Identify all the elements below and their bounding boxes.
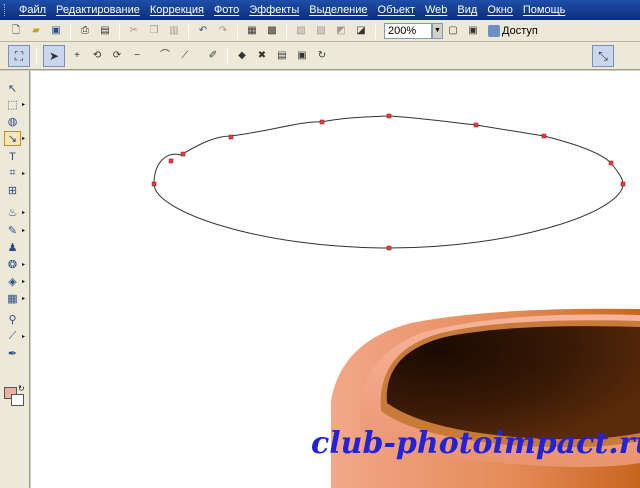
refresh-icon[interactable]: ↻ bbox=[314, 48, 330, 64]
attribute-toolbar: ⛶ ➤ + ⟲ ⟳ − ⌒ ⟋ ✐ ◆ ✖ ▤ ▣ ↻ ⤡ bbox=[0, 42, 640, 70]
copy-icon[interactable]: ❐ bbox=[146, 23, 162, 39]
join-icon[interactable]: ◆ bbox=[234, 48, 250, 64]
menu-help[interactable]: Помощь bbox=[518, 4, 571, 16]
open-icon[interactable]: ▰ bbox=[28, 23, 44, 39]
break-icon[interactable]: ✐ bbox=[205, 48, 221, 64]
zoom-tool-icon[interactable]: ⚲ bbox=[4, 312, 21, 327]
eraser-tool-icon[interactable]: ◈ bbox=[4, 274, 21, 289]
zoom-out-icon[interactable]: ▢ bbox=[445, 23, 461, 39]
toolbar-separator bbox=[119, 22, 120, 39]
toolbar-separator bbox=[188, 22, 189, 39]
paint-brush-icon[interactable]: ✎ bbox=[4, 223, 21, 238]
curve-segment-icon[interactable]: ⌒ bbox=[157, 48, 173, 64]
menu-photo[interactable]: Фото bbox=[209, 4, 244, 16]
path-edit-icon[interactable]: ⤡ bbox=[592, 45, 614, 67]
pick-tool-icon[interactable]: ↖ bbox=[4, 81, 21, 96]
delete-point-icon[interactable]: − bbox=[129, 48, 145, 64]
preview-icon[interactable]: ▤ bbox=[97, 23, 113, 39]
scan-icon[interactable]: ▦ bbox=[244, 23, 260, 39]
save-icon[interactable]: ▣ bbox=[48, 23, 64, 39]
menu-adjust[interactable]: Коррекция bbox=[145, 4, 209, 16]
edited-path[interactable] bbox=[153, 115, 624, 249]
toolbar-separator bbox=[286, 22, 287, 39]
zoom-input[interactable]: 200% bbox=[384, 22, 432, 39]
clone-tool-icon[interactable]: ♟ bbox=[4, 240, 21, 255]
cut-icon[interactable]: ✂ bbox=[126, 23, 142, 39]
path-anchor-points[interactable] bbox=[151, 113, 626, 251]
retouch-tool-icon[interactable]: ❂ bbox=[4, 257, 21, 272]
toolbar-separator bbox=[375, 22, 376, 39]
standard-toolbar: 🗋 ▰ ▣ ⎙ ▤ ✂ ❐ ▥ ↶ ↷ ▦ ▩ ▧ ▨ ◩ ◪ 200% ▼ ▢… bbox=[0, 20, 640, 42]
redo-icon[interactable]: ↷ bbox=[215, 23, 231, 39]
gradient-tool-icon[interactable]: ▦ bbox=[4, 291, 21, 306]
tool-panel: ↖ ⬚ ▸ ◍ ↘ ▸ T ⌗ ▸ ⊞ ♨ ▸ ✎ ▸ ♟ ❂ ▸ ◈ ▸ ▦ ▸ ⚲ ⟋ ▸ ✒… bbox=[0, 71, 30, 488]
menu-object[interactable]: Объект bbox=[373, 4, 420, 16]
image-canvas[interactable]: club-photoimpact.ru bbox=[31, 71, 640, 488]
share-label: Доступ bbox=[502, 24, 538, 37]
menu-web[interactable]: Web bbox=[420, 4, 452, 16]
fill-tool-icon[interactable]: ♨ bbox=[4, 205, 21, 220]
grid-icon[interactable]: ▧ bbox=[293, 23, 309, 39]
pen-tool-icon[interactable]: ✒ bbox=[4, 346, 21, 361]
text-tool-icon[interactable]: T bbox=[4, 149, 21, 164]
toolbar-separator bbox=[36, 47, 37, 64]
layers-icon[interactable]: ▨ bbox=[313, 23, 329, 39]
line-segment-icon[interactable]: ⟋ bbox=[177, 48, 193, 64]
capture-icon[interactable]: ▩ bbox=[264, 23, 280, 39]
palette-icon[interactable]: ◩ bbox=[333, 23, 349, 39]
menu-selection[interactable]: Выделение bbox=[304, 4, 372, 16]
menu-bar: Файл Редактирование Коррекция Фото Эффек… bbox=[0, 0, 640, 20]
background-color-swatch[interactable] bbox=[11, 394, 24, 406]
share-icon bbox=[488, 24, 500, 37]
undo-icon[interactable]: ↶ bbox=[195, 23, 211, 39]
fill-icon[interactable]: ◪ bbox=[353, 23, 369, 39]
path-edit-tool-icon[interactable]: ↘ bbox=[4, 131, 21, 146]
curve-icon[interactable]: ⟲ bbox=[89, 48, 105, 64]
crop-tool-icon[interactable]: ⌗ bbox=[4, 166, 21, 181]
new-icon[interactable]: 🗋 bbox=[8, 23, 24, 39]
align-icon[interactable]: ▤ bbox=[274, 48, 290, 64]
select-pointer-icon[interactable]: ➤ bbox=[43, 44, 65, 67]
add-point-icon[interactable]: + bbox=[69, 48, 85, 64]
menu-window[interactable]: Окно bbox=[482, 4, 518, 16]
transform-tool-icon[interactable]: ⊞ bbox=[4, 183, 21, 198]
zoom-in-icon[interactable]: ▣ bbox=[465, 23, 481, 39]
watermark-text: club-photoimpact.ru bbox=[311, 426, 640, 461]
share-button[interactable]: Доступ bbox=[485, 24, 541, 37]
paste-icon[interactable]: ▥ bbox=[166, 23, 182, 39]
lasso-tool-icon[interactable]: ◍ bbox=[4, 114, 21, 129]
eyedropper-tool-icon[interactable]: ⟋ bbox=[4, 329, 21, 344]
close-path-icon[interactable]: ✖ bbox=[254, 48, 270, 64]
menu-grip[interactable] bbox=[4, 4, 7, 16]
menu-view[interactable]: Вид bbox=[452, 4, 482, 16]
distribute-icon[interactable]: ▣ bbox=[294, 48, 310, 64]
chevron-down-icon[interactable]: ▼ bbox=[432, 22, 443, 39]
flower-pot-image bbox=[331, 308, 640, 488]
menu-effects[interactable]: Эффекты bbox=[244, 4, 304, 16]
menu-edit[interactable]: Редактирование bbox=[51, 4, 145, 16]
menu-file[interactable]: Файл bbox=[14, 4, 51, 16]
toolbar-separator bbox=[237, 22, 238, 39]
smooth-icon[interactable]: ⟳ bbox=[109, 48, 125, 64]
swap-colors-icon[interactable]: ↻ bbox=[18, 384, 25, 393]
print-icon[interactable]: ⎙ bbox=[77, 23, 93, 39]
toolbar-separator bbox=[70, 22, 71, 39]
path-mode-icon[interactable]: ⛶ bbox=[8, 44, 30, 67]
toolbar-separator bbox=[227, 47, 228, 64]
selection-tool-icon[interactable]: ⬚ bbox=[4, 97, 21, 112]
